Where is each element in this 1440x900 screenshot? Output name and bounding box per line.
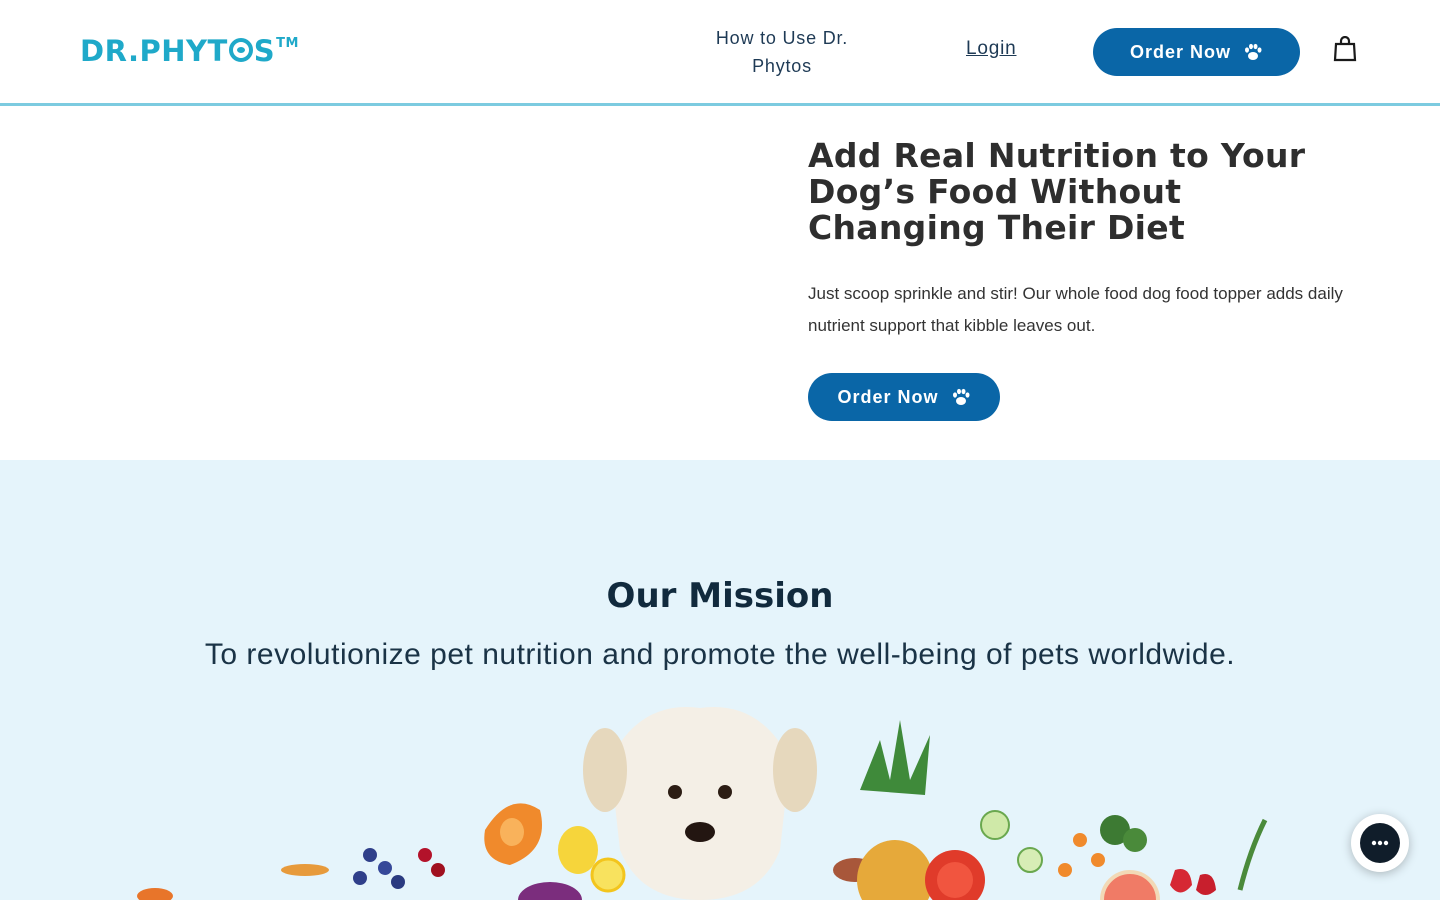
nav-how-line2: Phytos	[752, 56, 812, 76]
chat-widget-button[interactable]	[1351, 814, 1409, 872]
login-link[interactable]: Login	[966, 38, 1017, 60]
mission-section: Our Mission To revolutionize pet nutriti…	[0, 460, 1440, 900]
order-now-label: Order Now	[837, 386, 939, 407]
brand-logo[interactable]: DR.PHYT S TM	[80, 34, 299, 68]
hero-order-now-button[interactable]: Order Now	[808, 373, 1000, 421]
paw-icon	[952, 388, 969, 405]
nav-how-line1: How to Use Dr.	[715, 28, 849, 48]
chat-dots	[1371, 840, 1389, 846]
order-now-label: Order Now	[1129, 41, 1231, 62]
site-header: DR.PHYT S TM How to Use Dr. Phytos Login O…	[0, 0, 1440, 106]
paw-icon	[1245, 43, 1262, 60]
trademark: TM	[276, 36, 299, 51]
logo-text: DR.PHYT	[80, 34, 228, 68]
chat-bubble-icon	[1360, 823, 1400, 863]
nav-how-to-use[interactable]: How to Use Dr. Phytos	[700, 24, 864, 80]
mission-title: Our Mission	[606, 576, 834, 616]
logo-text-end: S	[253, 34, 276, 68]
hero-title: Add Real Nutrition to Your Dog’s Food Wi…	[808, 136, 1306, 247]
logo-paw-icon	[228, 38, 253, 62]
header-order-now-button[interactable]: Order Now	[1093, 28, 1300, 76]
hero-description: Just scoop sprinkle and stir! Our whole …	[808, 284, 1343, 335]
puppy-with-produce-illustration	[137, 707, 1268, 900]
mission-text: To revolutionize pet nutrition and promo…	[204, 638, 1236, 671]
shopping-bag-icon[interactable]	[1333, 36, 1357, 62]
